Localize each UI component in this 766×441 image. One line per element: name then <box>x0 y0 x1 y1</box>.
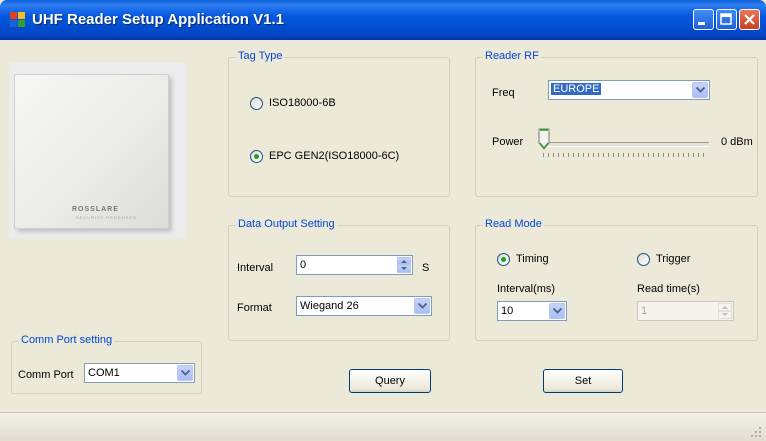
maximize-button[interactable] <box>716 9 737 30</box>
power-slider-track[interactable] <box>543 142 709 147</box>
resize-grip-icon[interactable] <box>750 426 762 438</box>
set-button[interactable]: Set <box>543 369 623 393</box>
comm-port-dropdown-button[interactable] <box>177 365 193 381</box>
comm-port-select[interactable]: COM1 <box>84 363 195 383</box>
maximize-icon <box>720 13 732 25</box>
app-window: UHF Reader Setup Application V1.1 ROSSLA… <box>0 0 766 441</box>
read-mode-label: Read Mode <box>483 218 544 230</box>
comm-port-value: COM1 <box>88 367 120 379</box>
interval-value: 0 <box>300 259 307 271</box>
read-time-down-button <box>718 311 732 319</box>
reader-rf-group: Reader RF <box>475 50 758 197</box>
read-time-spinner: 1 <box>637 301 734 321</box>
tag-type-group: Tag Type <box>228 50 450 197</box>
close-button[interactable] <box>739 9 760 30</box>
comm-port-label: Comm Port <box>18 369 74 381</box>
interval-spinner[interactable]: 0 <box>296 255 413 275</box>
format-dropdown-button[interactable] <box>414 298 430 314</box>
radio-timing-label: Timing <box>516 253 549 265</box>
window-title: UHF Reader Setup Application V1.1 <box>32 11 284 28</box>
chevron-down-icon <box>418 303 427 309</box>
read-time-up-button <box>718 303 732 311</box>
freq-value: EUROPE <box>551 83 602 95</box>
radio-epc-gen2[interactable] <box>250 150 263 163</box>
chevron-down-icon <box>553 308 562 314</box>
power-slider-thumb[interactable] <box>538 128 550 150</box>
device-brand-sub: SECURITY PRODUCTS <box>76 215 137 220</box>
chevron-down-icon <box>401 267 407 270</box>
chevron-down-icon <box>696 87 705 93</box>
tag-type-label: Tag Type <box>236 50 285 62</box>
interval-down-button[interactable] <box>397 265 411 273</box>
radio-selected-dot <box>254 154 259 159</box>
radio-trigger[interactable] <box>637 253 650 266</box>
chevron-up-icon <box>722 306 728 309</box>
radio-iso18000-6b[interactable] <box>250 97 263 110</box>
interval-ms-value: 10 <box>501 305 514 317</box>
format-label: Format <box>237 302 272 314</box>
query-button[interactable]: Query <box>349 369 431 393</box>
device-brand: ROSSLARE <box>72 206 119 213</box>
format-value: Wiegand 26 <box>300 300 359 312</box>
freq-dropdown-button[interactable] <box>692 82 708 98</box>
minimize-icon <box>698 22 705 25</box>
chevron-down-icon <box>722 313 728 316</box>
radio-selected-dot <box>501 257 506 262</box>
close-icon <box>744 14 755 25</box>
format-select[interactable]: Wiegand 26 <box>296 296 432 316</box>
power-label: Power <box>492 136 524 148</box>
data-output-label: Data Output Setting <box>236 218 337 230</box>
interval-label: Interval <box>237 262 274 274</box>
radio-iso18000-6b-label: ISO18000-6B <box>269 97 336 109</box>
interval-ms-dropdown-button[interactable] <box>549 303 565 319</box>
read-time-value: 1 <box>641 305 648 317</box>
interval-unit: S <box>422 262 430 274</box>
radio-epc-gen2-label: EPC GEN2(ISO18000-6C) <box>269 150 400 162</box>
freq-label: Freq <box>492 87 515 99</box>
radio-trigger-label: Trigger <box>656 253 691 265</box>
freq-select[interactable]: EUROPE <box>548 80 710 100</box>
interval-ms-select[interactable]: 10 <box>497 301 567 321</box>
read-time-label: Read time(s) <box>637 283 700 295</box>
chevron-up-icon <box>401 260 407 263</box>
data-output-group: Data Output Setting <box>228 218 450 341</box>
title-bar[interactable]: UHF Reader Setup Application V1.1 <box>0 0 766 40</box>
interval-up-button[interactable] <box>397 257 411 265</box>
power-slider-ticks <box>543 153 707 157</box>
status-bar <box>0 412 766 441</box>
power-value: 0 dBm <box>721 136 753 148</box>
reader-rf-label: Reader RF <box>483 50 541 62</box>
minimize-button[interactable] <box>693 9 714 30</box>
chevron-down-icon <box>181 370 190 376</box>
app-icon <box>10 12 25 27</box>
interval-ms-label: Interval(ms) <box>497 283 556 295</box>
comm-port-setting-label: Comm Port setting <box>19 334 115 346</box>
radio-timing[interactable] <box>497 253 510 266</box>
